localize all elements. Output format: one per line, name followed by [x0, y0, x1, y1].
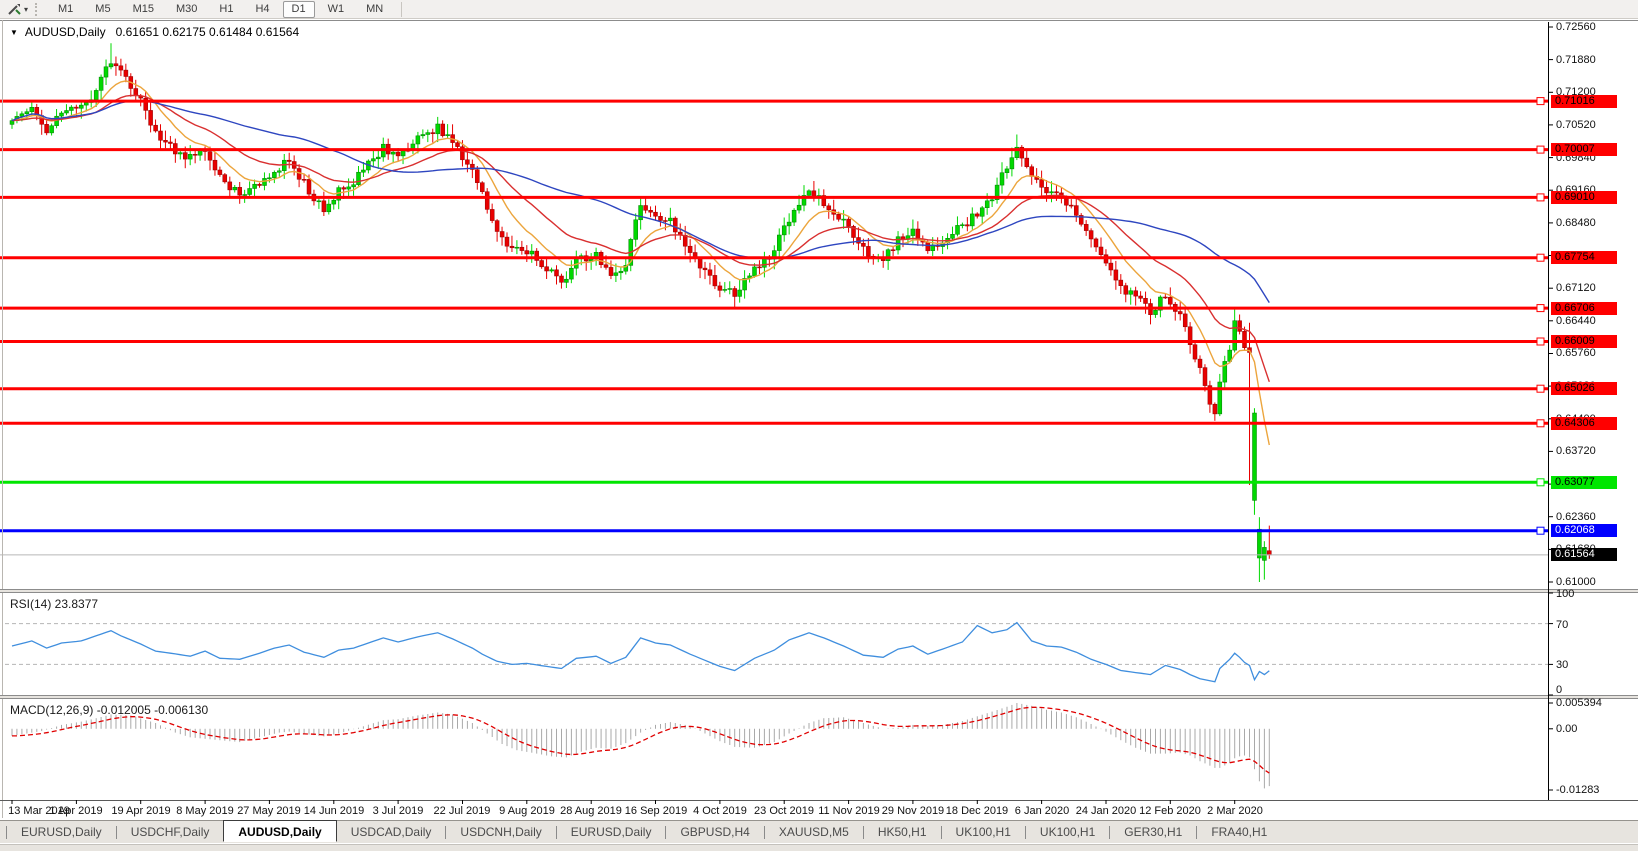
chart-tab-fra40-h1[interactable]: FRA40,H1 [1197, 821, 1281, 843]
timeframe-button-m5[interactable]: M5 [86, 1, 119, 18]
collapse-triangle-icon[interactable]: ▼ [10, 28, 18, 37]
level-price-label: 0.63077 [1551, 476, 1617, 489]
level-price-label: 0.69010 [1551, 191, 1617, 204]
chart-tab-usdchf-daily[interactable]: USDCHF,Daily [117, 821, 224, 843]
timeframe-button-m30[interactable]: M30 [167, 1, 206, 18]
chart-tab-hk50-h1[interactable]: HK50,H1 [864, 821, 941, 843]
level-price-label: 0.66706 [1551, 302, 1617, 315]
toolbar-grip-handle[interactable] [35, 3, 41, 16]
chart-tab-usdcad-daily[interactable]: USDCAD,Daily [337, 821, 446, 843]
dropdown-caret-icon[interactable]: ▾ [24, 5, 28, 14]
price-axis-tick: 0.68480 [1556, 217, 1596, 229]
timeframe-button-m1[interactable]: M1 [49, 1, 82, 18]
chart-tab-uk100-h1[interactable]: UK100,H1 [1026, 821, 1109, 843]
chart-tab-eurusd-daily[interactable]: EURUSD,Daily [557, 821, 666, 843]
rsi-axis-tick: 30 [1556, 659, 1568, 671]
chart-tab-ger30-h1[interactable]: GER30,H1 [1110, 821, 1196, 843]
chart-tab-xauusd-m5[interactable]: XAUUSD,M5 [765, 821, 863, 843]
timeframe-button-mn[interactable]: MN [357, 1, 392, 18]
timeframe-button-d1[interactable]: D1 [283, 1, 315, 18]
price-axis-tick: 0.70520 [1556, 119, 1596, 131]
level-price-label: 0.67754 [1551, 251, 1617, 264]
price-axis-tick: 0.71880 [1556, 54, 1596, 66]
macd-axis-tick: -0.01283 [1556, 784, 1599, 796]
mt4-application: ▾ M1M5 M15M30H1H4 D1W1MN ▼ AUDUSD,Daily 0.61… [0, 0, 1638, 851]
macd-axis-tick: 0.00 [1556, 723, 1577, 735]
chart-canvas[interactable] [0, 0, 1638, 851]
level-price-label: 0.71016 [1551, 95, 1617, 108]
current-price-label: 0.61564 [1551, 548, 1617, 561]
chart-tab-bar: EURUSD,DailyUSDCHF,DailyAUDUSD,DailyUSDC… [0, 820, 1638, 843]
rsi-axis-tick: 0 [1556, 684, 1562, 696]
date-axis-tick: 2 Mar 2020 [1197, 805, 1273, 817]
chart-symbol-label: AUDUSD,Daily [25, 25, 106, 39]
chart-tab-eurusd-daily[interactable]: EURUSD,Daily [7, 821, 116, 843]
price-axis-tick: 0.61000 [1556, 576, 1596, 588]
price-axis-tick: 0.66440 [1556, 315, 1596, 327]
status-bar [0, 844, 1638, 851]
price-axis-tick: 0.67120 [1556, 282, 1596, 294]
price-axis-tick: 0.62360 [1556, 511, 1596, 523]
macd-axis-tick: 0.005394 [1556, 697, 1602, 709]
chart-title: ▼ AUDUSD,Daily 0.61651 0.62175 0.61484 0.6… [10, 25, 299, 39]
timeframe-button-m15[interactable]: M15 [124, 1, 163, 18]
level-price-label: 0.62068 [1551, 524, 1617, 537]
level-price-label: 0.66009 [1551, 335, 1617, 348]
timeframe-toolbar: ▾ M1M5 M15M30H1H4 D1W1MN [0, 0, 1638, 19]
chart-tab-audusd-daily[interactable]: AUDUSD,Daily [223, 820, 336, 842]
chart-ohlc-values: 0.61651 0.62175 0.61484 0.61564 [116, 25, 300, 39]
level-price-label: 0.65026 [1551, 382, 1617, 395]
toolbar-separator [401, 2, 402, 17]
timeframe-button-h1[interactable]: H1 [210, 1, 242, 18]
chart-tab-usdcnh-daily[interactable]: USDCNH,Daily [446, 821, 555, 843]
timeframe-button-h4[interactable]: H4 [246, 1, 278, 18]
timeframe-button-w1[interactable]: W1 [319, 1, 354, 18]
macd-indicator-label: MACD(12,26,9) -0.012005 -0.006130 [10, 703, 208, 717]
rsi-axis-tick: 70 [1556, 619, 1568, 631]
level-price-label: 0.70007 [1551, 143, 1617, 156]
chart-tab-gbpusd-h4[interactable]: GBPUSD,H4 [666, 821, 763, 843]
rsi-indicator-label: RSI(14) 23.8377 [10, 597, 98, 611]
price-axis-tick: 0.65760 [1556, 347, 1596, 359]
level-price-label: 0.64306 [1551, 417, 1617, 430]
line-draw-icon[interactable] [5, 1, 23, 17]
price-axis-tick: 0.72560 [1556, 21, 1596, 33]
price-axis-tick: 0.63720 [1556, 445, 1596, 457]
chart-tab-uk100-h1[interactable]: UK100,H1 [942, 821, 1025, 843]
rsi-axis-tick: 100 [1556, 588, 1574, 600]
